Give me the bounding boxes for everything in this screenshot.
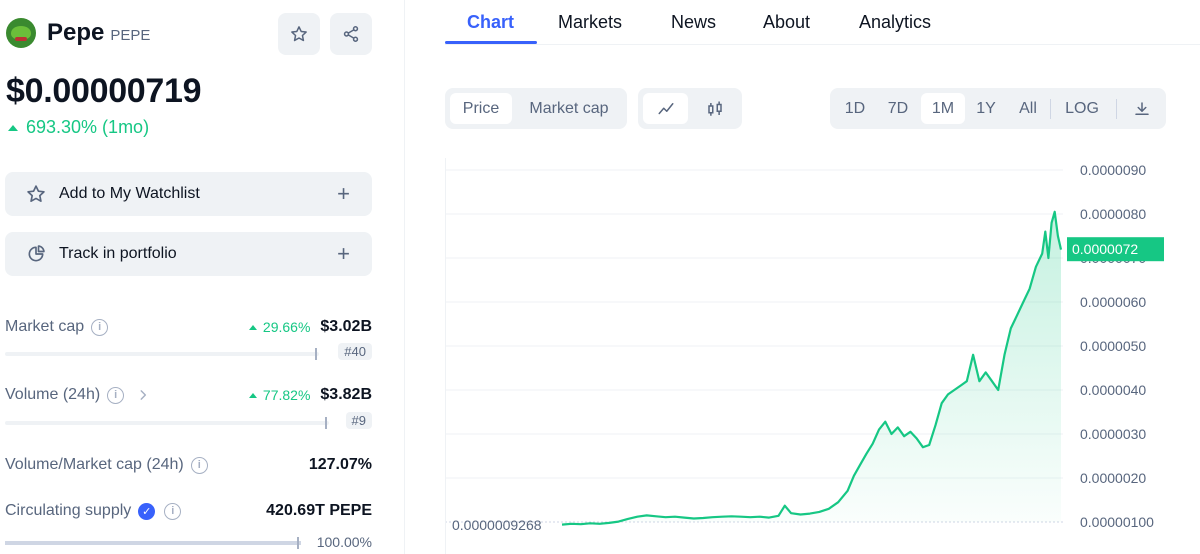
supply-percent: 100.00% <box>316 534 372 550</box>
share-icon <box>343 26 359 42</box>
download-icon <box>1135 101 1149 115</box>
tab-about[interactable]: About <box>763 12 810 33</box>
tab-markets[interactable]: Markets <box>558 12 622 33</box>
stat-change-value: 77.82% <box>262 387 311 403</box>
portfolio-label: Track in portfolio <box>59 245 177 262</box>
coin-page: Pepe PEPE $0.00000719 693.30% (1mo) Add … <box>0 0 1200 554</box>
stat-circulating-supply: Circulating supply ✓ i 420.69T PEPE 100.… <box>5 502 372 550</box>
stat-values: 127.07% <box>309 456 372 474</box>
price-chart[interactable]: 0.00000900.00000800.00000700.00000600.00… <box>445 150 1200 554</box>
min-price-label: 0.0000009268 <box>452 517 542 533</box>
y-tick-label: 0.0000090 <box>1080 162 1146 178</box>
tab-analytics[interactable]: Analytics <box>859 12 931 33</box>
coin-price: $0.00000719 <box>6 72 202 110</box>
stat-volume: Volume (24h) i 77.82% $3.82B #9 <box>5 386 372 429</box>
stat-label: Volume/Market cap (24h) <box>5 456 184 473</box>
chart-type-toggle <box>638 88 742 129</box>
price-toggle[interactable]: Price <box>450 93 512 124</box>
stat-value: $3.02B <box>320 318 372 335</box>
stat-values: 77.82% $3.82B <box>248 386 372 404</box>
watchlist-label: Add to My Watchlist <box>59 185 200 202</box>
data-type-toggle: Price Market cap <box>445 88 627 129</box>
log-toggle[interactable]: LOG <box>1057 93 1107 124</box>
download-button[interactable] <box>1124 93 1160 124</box>
star-icon <box>291 26 307 42</box>
candlestick-button[interactable] <box>692 93 737 124</box>
rank-badge: #9 <box>345 412 372 429</box>
stat-label: Volume (24h) <box>5 386 101 403</box>
pepe-logo-icon <box>6 18 36 48</box>
stat-label: Market cap <box>5 318 85 335</box>
up-arrow-icon <box>8 124 18 131</box>
coin-symbol: PEPE <box>110 27 151 44</box>
star-icon <box>27 185 45 202</box>
coin-name: Pepe <box>47 19 105 46</box>
info-icon[interactable]: i <box>107 386 125 404</box>
info-icon[interactable]: i <box>164 502 182 520</box>
pie-chart-icon <box>28 245 45 262</box>
stat-label: Circulating supply <box>5 502 132 519</box>
stat-values: 29.66% $3.02B <box>248 318 372 336</box>
up-arrow-icon <box>248 324 257 330</box>
range-1y[interactable]: 1Y <box>968 93 1004 124</box>
range-1m[interactable]: 1M <box>921 93 965 124</box>
price-change-value: 693.30% (1mo) <box>26 117 150 137</box>
plus-icon: + <box>337 181 350 206</box>
divider <box>1116 99 1117 119</box>
candlestick-icon <box>707 101 722 116</box>
y-tick-label: 0.0000050 <box>1080 338 1146 354</box>
track-portfolio-button[interactable]: Track in portfolio + <box>5 232 372 276</box>
y-axis: 0.00000900.00000800.00000700.00000600.00… <box>1080 162 1154 530</box>
stat-change: 29.66% <box>248 319 311 335</box>
info-icon[interactable]: i <box>91 318 109 336</box>
star-button[interactable] <box>278 13 320 55</box>
current-price-tag: 0.0000072 <box>1067 237 1164 262</box>
active-tab-indicator <box>445 41 537 44</box>
y-tick-label: 0.0000020 <box>1080 470 1146 486</box>
y-tick-label: 0.0000060 <box>1080 294 1146 310</box>
supply-marker <box>297 537 299 549</box>
y-tick-label: 0.0000030 <box>1080 426 1146 442</box>
plus-icon: + <box>337 241 350 266</box>
range-7d[interactable]: 7D <box>879 93 917 124</box>
stat-change-value: 29.66% <box>262 319 311 335</box>
coin-header: Pepe PEPE <box>6 18 150 48</box>
divider <box>1050 99 1051 119</box>
market-cap-toggle[interactable]: Market cap <box>517 93 621 124</box>
verified-icon: ✓ <box>138 502 156 520</box>
stat-value: $3.82B <box>320 386 372 403</box>
y-tick-label: 0.0000040 <box>1080 382 1146 398</box>
stat-change: 77.82% <box>248 387 311 403</box>
y-tick-label: 0.0000080 <box>1080 206 1146 222</box>
stat-values: 420.69T PEPE <box>266 502 372 520</box>
rank-marker <box>325 417 327 429</box>
rank-bar <box>5 348 319 360</box>
range-1d[interactable]: 1D <box>837 93 873 124</box>
rank-badge: #40 <box>338 343 372 360</box>
chevron-right-icon[interactable] <box>136 388 150 402</box>
tab-chart[interactable]: Chart <box>467 12 514 33</box>
line-chart-icon <box>658 102 673 114</box>
coin-sidebar: Pepe PEPE $0.00000719 693.30% (1mo) Add … <box>0 0 405 554</box>
range-all[interactable]: All <box>1009 93 1047 124</box>
up-arrow-icon <box>248 392 257 398</box>
current-price-label: 0.0000072 <box>1072 241 1138 257</box>
supply-bar <box>5 537 301 549</box>
supply-bar-fill <box>5 541 301 545</box>
stat-volume-market-cap: Volume/Market cap (24h) i 127.07% <box>5 456 372 474</box>
add-to-watchlist-button[interactable]: Add to My Watchlist + <box>5 172 372 216</box>
rank-bar <box>5 417 329 429</box>
info-icon[interactable]: i <box>190 456 208 474</box>
price-change: 693.30% (1mo) <box>8 117 149 138</box>
share-button[interactable] <box>330 13 372 55</box>
content-tabs: Chart Markets News About Analytics <box>445 0 1200 45</box>
range-selector: 1D 7D 1M 1Y All LOG <box>830 88 1166 129</box>
y-tick-label: 0.00000100 <box>1080 514 1154 530</box>
stat-market-cap: Market cap i 29.66% $3.02B #40 <box>5 318 372 360</box>
rank-marker <box>315 348 317 360</box>
tab-news[interactable]: News <box>671 12 716 33</box>
stat-value: 127.07% <box>308 456 372 473</box>
line-chart-button[interactable] <box>643 93 688 124</box>
stat-value: 420.69T PEPE <box>266 502 372 519</box>
